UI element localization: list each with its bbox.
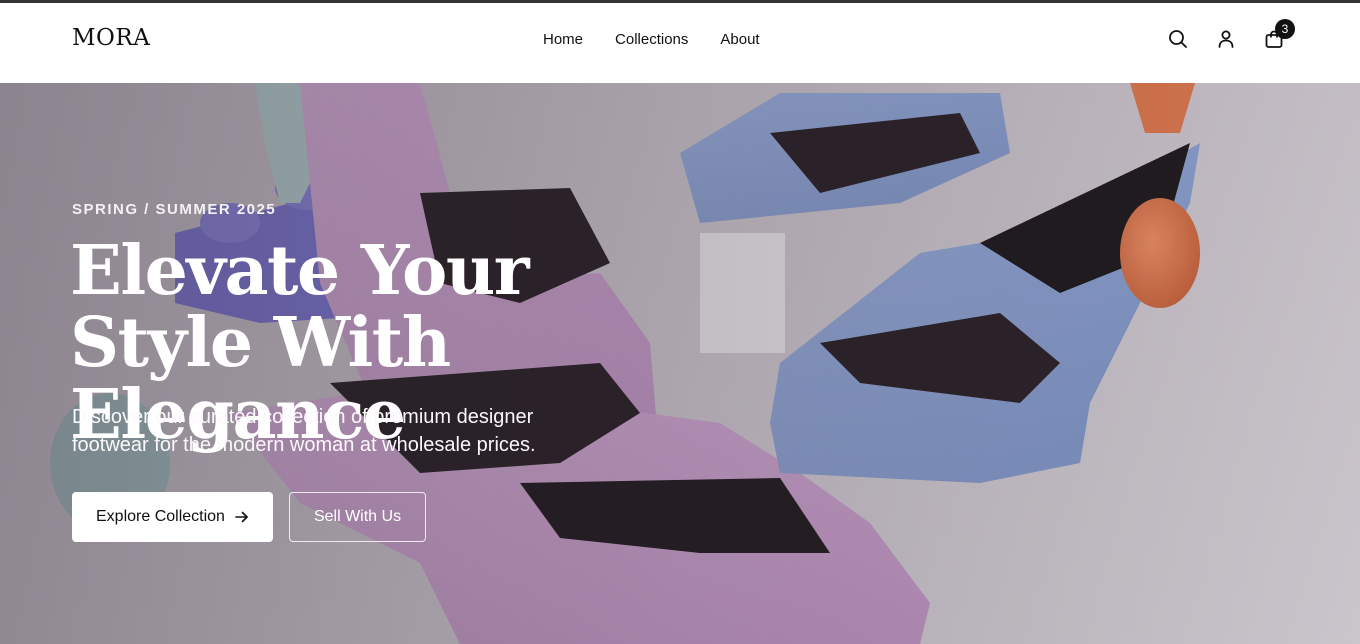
- hero-eyebrow: SPRING / SUMMER 2025: [72, 201, 277, 218]
- sell-with-us-button[interactable]: Sell With Us: [288, 492, 427, 542]
- main-nav: Home Collections About: [543, 31, 760, 48]
- nav-link-home[interactable]: Home: [543, 31, 583, 48]
- search-button[interactable]: [1166, 27, 1190, 51]
- cart-count-badge: 3: [1275, 19, 1295, 39]
- user-icon: [1218, 30, 1234, 48]
- nav-link-about[interactable]: About: [720, 31, 759, 48]
- header-actions: 3: [1166, 19, 1295, 51]
- cart-button[interactable]: 3: [1262, 19, 1295, 51]
- hero-headline-line1: Elevate Your: [70, 231, 530, 311]
- hero-cta-row: Explore Collection Sell With Us: [72, 492, 427, 542]
- arrow-right-icon: [235, 511, 248, 523]
- brand-logo[interactable]: MORA: [72, 25, 150, 51]
- explore-collection-button[interactable]: Explore Collection: [72, 492, 273, 542]
- nav-link-collections[interactable]: Collections: [615, 31, 688, 48]
- hero-subtext: Discover our curated collection of premi…: [72, 406, 536, 456]
- account-button[interactable]: [1214, 27, 1238, 51]
- hero-banner: SPRING / SUMMER 2025 Elevate Your Style …: [0, 83, 1360, 644]
- explore-collection-label: Explore Collection: [96, 508, 225, 525]
- site-header: MORA Home Collections About 3: [0, 3, 1360, 83]
- search-icon: [1169, 30, 1187, 48]
- sell-with-us-label: Sell With Us: [313, 508, 402, 525]
